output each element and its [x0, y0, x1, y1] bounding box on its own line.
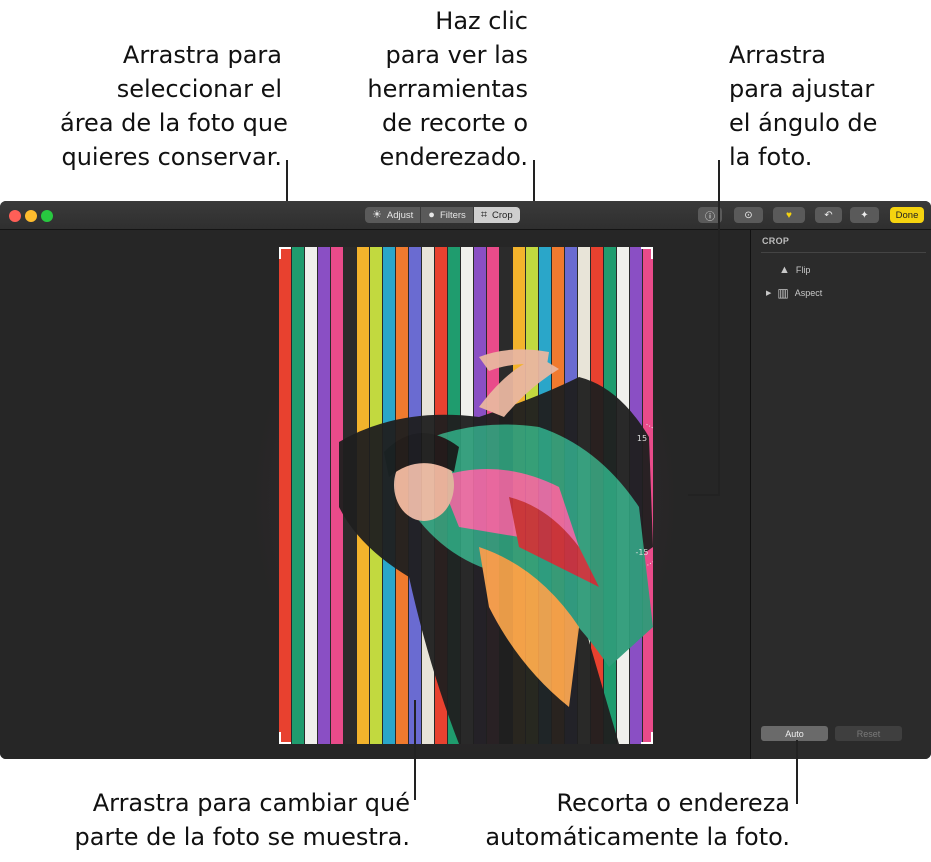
- more-icon: ⊙: [744, 209, 753, 221]
- callout-move-photo: Arrastra para cambiar qué parte de la fo…: [40, 786, 410, 854]
- tab-filters[interactable]: ● Filters: [421, 207, 474, 223]
- minimize-window-button[interactable]: [25, 210, 37, 222]
- callout-auto: Recorta o endereza automáticamente la fo…: [440, 786, 790, 854]
- callout-select-area: Arrastra para seleccionar el área de la …: [60, 38, 288, 174]
- callout-line: herramientas: [367, 75, 528, 103]
- adjust-sun-icon: ☀: [372, 208, 382, 221]
- tab-adjust-label: Adjust: [386, 209, 414, 221]
- photos-edit-window: ☀ Adjust ● Filters ⌗ Crop ⓘ ⊙ ♥ ↶ ✦ Done: [0, 201, 931, 759]
- callout-line: el ángulo de: [729, 109, 878, 137]
- sidebar-title: CROP: [762, 236, 790, 246]
- auto-button[interactable]: Auto: [761, 726, 828, 741]
- callout-line: parte de la foto se muestra.: [74, 823, 410, 851]
- favorite-button[interactable]: ♥: [773, 207, 805, 223]
- crop-icon: ⌗: [480, 208, 488, 221]
- callout-line: seleccionar el: [116, 75, 282, 103]
- callout-line: Recorta o endereza: [556, 789, 790, 817]
- callout-angle: Arrastra para ajustar el ángulo de la fo…: [729, 38, 919, 174]
- leader-line: [688, 494, 719, 496]
- callout-line: Arrastra para cambiar qué: [92, 789, 410, 817]
- crop-corner-top-right[interactable]: [651, 247, 653, 259]
- reset-button[interactable]: Reset: [835, 726, 902, 741]
- sidebar-divider: [761, 252, 926, 253]
- callout-line: Arrastra: [729, 41, 826, 69]
- dial-tick-label: 15: [637, 434, 647, 443]
- callout-line: Arrastra para: [122, 41, 282, 69]
- rotate-icon: ↶: [824, 209, 833, 221]
- crop-corner-bottom-right[interactable]: [651, 732, 653, 744]
- callout-line: automáticamente la foto.: [485, 823, 790, 851]
- tab-crop-label: Crop: [492, 209, 513, 221]
- callout-line: para ver las: [385, 41, 529, 69]
- photo-crop-area[interactable]: 151050-5-10-15: [279, 247, 653, 744]
- crop-corner-top-left[interactable]: [279, 247, 281, 259]
- crop-corner-bottom-left[interactable]: [279, 732, 281, 744]
- dial-tick-label: -15: [635, 548, 648, 557]
- close-window-button[interactable]: [9, 210, 21, 222]
- crop-sidebar: CROP ▲ Flip ▶ ▥ Aspect Auto Reset: [750, 230, 931, 759]
- maximize-window-button[interactable]: [41, 210, 53, 222]
- tab-crop[interactable]: ⌗ Crop: [473, 207, 520, 223]
- callout-line: quieres conservar.: [61, 143, 282, 171]
- tab-adjust[interactable]: ☀ Adjust: [365, 207, 422, 223]
- info-icon: ⓘ: [705, 211, 715, 223]
- more-button[interactable]: ⊙: [734, 207, 763, 223]
- callout-line: enderezado.: [379, 143, 528, 171]
- photo-image: 151050-5-10-15: [279, 247, 653, 744]
- callout-line: la foto.: [729, 143, 813, 171]
- leader-line: [796, 740, 798, 804]
- filters-circles-icon: ●: [428, 208, 435, 221]
- callout-crop-tools: Haz clic para ver las herramientas de re…: [320, 4, 528, 174]
- aspect-disclosure[interactable]: ▶ ▥ Aspect: [766, 286, 822, 300]
- favorite-heart-icon: ♥: [786, 209, 792, 221]
- aspect-icon: ▥: [777, 286, 789, 300]
- leader-line: [414, 700, 416, 800]
- flip-label: Flip: [795, 265, 811, 275]
- flip-button[interactable]: ▲ Flip: [779, 264, 810, 276]
- callout-line: área de la foto que: [60, 109, 288, 137]
- photo-canvas: 151050-5-10-15: [0, 230, 750, 759]
- leader-line: [718, 160, 720, 496]
- enhance-wand-icon: ✦: [860, 209, 869, 221]
- callout-line: para ajustar: [729, 75, 875, 103]
- callout-line: de recorte o: [382, 109, 528, 137]
- callout-line: Haz clic: [435, 7, 528, 35]
- flip-icon: ▲: [779, 264, 790, 276]
- done-button[interactable]: Done: [890, 207, 924, 223]
- tab-filters-label: Filters: [439, 209, 466, 221]
- aspect-label: Aspect: [794, 288, 823, 298]
- rotate-button[interactable]: ↶: [815, 207, 842, 223]
- title-bar: ☀ Adjust ● Filters ⌗ Crop ⓘ ⊙ ♥ ↶ ✦ Done: [0, 201, 931, 230]
- disclosure-triangle-icon: ▶: [766, 290, 772, 297]
- enhance-button[interactable]: ✦: [850, 207, 879, 223]
- edit-mode-segmented-control: ☀ Adjust ● Filters ⌗ Crop: [365, 207, 520, 223]
